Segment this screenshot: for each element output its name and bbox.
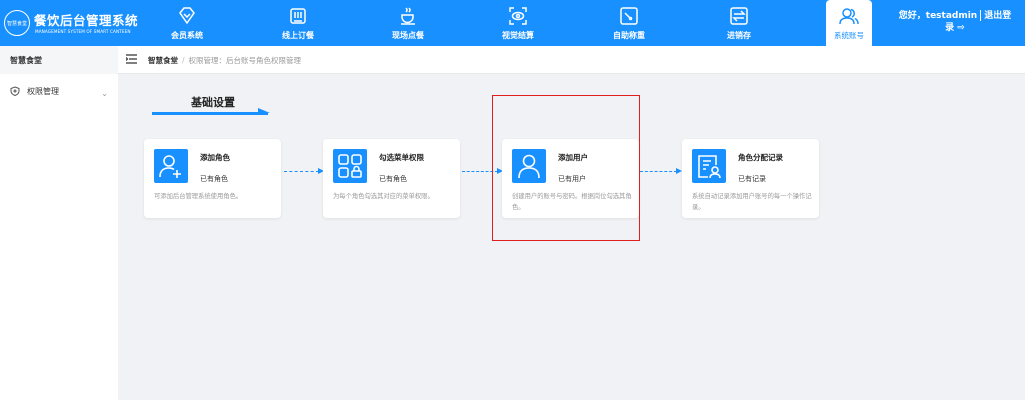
logout-icon[interactable]: ⇨ xyxy=(957,23,965,33)
logout-link[interactable]: 退出登 xyxy=(984,11,1011,21)
breadcrumb: 智慧食堂 / 权限管理：后台账号角色权限管理 xyxy=(148,55,301,66)
nav-label: 会员系统 xyxy=(171,31,203,40)
highlight-box xyxy=(492,95,640,241)
card-description: 系统自动记录添加用户账号的每一个操作记录。 xyxy=(692,193,812,211)
shield-icon xyxy=(10,86,20,96)
flow-connector xyxy=(284,171,319,172)
nav-label: 系统账号 xyxy=(834,31,864,40)
breadcrumb-separator: / xyxy=(182,56,185,65)
breadcrumb-bar: 智慧食堂 / 权限管理：后台账号角色权限管理 xyxy=(118,46,1025,74)
card-icon-box xyxy=(692,149,726,183)
card-title: 角色分配记录 xyxy=(738,153,783,162)
breadcrumb-current: 权限管理：后台账号角色权限管理 xyxy=(188,56,302,65)
scale-icon xyxy=(620,7,638,25)
card-status-link[interactable]: 已有角色 xyxy=(379,174,407,184)
card-icon-box xyxy=(333,149,367,183)
top-navigation-bar: 智慧食堂 餐饮后台管理系统 MANAGEMENT SYSTEM OF SMART… xyxy=(0,0,1025,47)
section-underline xyxy=(152,112,268,115)
card-status-link[interactable]: 已有角色 xyxy=(200,174,228,184)
section-underline-arrow xyxy=(258,108,270,113)
card-add-role[interactable]: 添加角色 已有角色 可添加后台管理系统使用角色。 xyxy=(144,139,281,218)
diamond-icon xyxy=(179,7,195,25)
users-icon xyxy=(839,8,859,25)
nav-label: 线上订餐 xyxy=(282,31,314,40)
flow-connector xyxy=(640,171,677,172)
user-greeting: 您好，testadmin xyxy=(898,11,978,21)
app-logo[interactable]: 智慧食堂 餐饮后台管理系统 MANAGEMENT SYSTEM OF SMART… xyxy=(4,8,138,40)
card-description: 为每个角色勾选其对应的菜单权限。 xyxy=(333,193,434,200)
section-title: 基础设置 xyxy=(191,96,235,109)
app-title: 餐饮后台管理系统 xyxy=(34,13,139,28)
card-role-assignment-records[interactable]: 角色分配记录 已有记录 系统自动记录添加用户账号的每一个操作记录。 xyxy=(682,139,819,218)
nav-label: 进销存 xyxy=(727,31,751,40)
nav-label: 现场点餐 xyxy=(392,31,424,40)
card-menu-permissions[interactable]: 勾选菜单权限 已有角色 为每个角色勾选其对应的菜单权限。 xyxy=(323,139,460,218)
card-status-link[interactable]: 已有记录 xyxy=(738,174,766,184)
card-title: 添加角色 xyxy=(200,153,230,162)
nav-label: 自助称重 xyxy=(613,31,645,40)
nav-item-visual-checkout[interactable]: 视觉结算 xyxy=(468,0,568,46)
card-title: 勾选菜单权限 xyxy=(379,153,424,162)
nav-item-onsite-order[interactable]: 现场点餐 xyxy=(358,0,458,46)
inventory-icon xyxy=(730,7,748,25)
add-user-icon xyxy=(159,155,181,178)
sidebar-header: 智慧食堂 xyxy=(0,46,118,74)
record-icon xyxy=(698,155,721,179)
nav-item-member-system[interactable]: 会员系统 xyxy=(137,0,237,46)
nav-label: 视觉结算 xyxy=(502,31,534,40)
divider xyxy=(980,10,982,21)
app-subtitle: MANAGEMENT SYSTEM OF SMART CANTEEN xyxy=(35,29,131,34)
nav-item-inventory[interactable]: 进销存 xyxy=(689,0,789,46)
order-icon xyxy=(290,8,306,24)
breadcrumb-root[interactable]: 智慧食堂 xyxy=(148,56,178,65)
sidebar-item-label: 权限管理 xyxy=(27,87,59,96)
sidebar-item-permission-management[interactable]: 权限管理 ⌄ xyxy=(0,82,118,102)
user-area: 您好，testadmin 退出登 录 ⇨ xyxy=(895,10,1015,34)
coffee-cup-icon xyxy=(401,7,415,25)
logo-badge: 智慧食堂 xyxy=(4,10,30,36)
menu-toggle-icon[interactable] xyxy=(126,54,137,64)
nav-item-system-account[interactable]: 系统账号 xyxy=(826,0,872,47)
card-description: 可添加后台管理系统使用角色。 xyxy=(154,193,243,200)
chevron-down-icon[interactable]: ⌄ xyxy=(101,84,108,104)
nav-item-online-order[interactable]: 线上订餐 xyxy=(248,0,348,46)
logout-link-cont[interactable]: 录 xyxy=(945,23,954,33)
scan-eye-icon xyxy=(509,7,527,25)
card-icon-box xyxy=(154,149,188,183)
main-content: 基础设置 添加角色 已有角色 可添加后台管理系统使用角色。 勾选菜单权限 已有角… xyxy=(118,74,1025,400)
nav-item-self-weighing[interactable]: 自助称重 xyxy=(579,0,679,46)
grid-lock-icon xyxy=(338,154,362,178)
sidebar: 智慧食堂 权限管理 ⌄ xyxy=(0,46,118,400)
